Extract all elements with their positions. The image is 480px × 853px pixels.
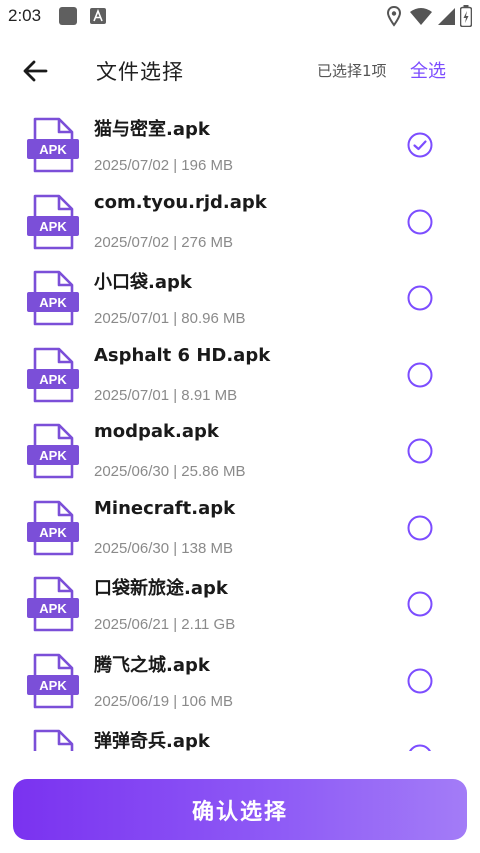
file-meta: 2025/07/01 | 80.96 MB (94, 310, 246, 327)
apk-label: APK (39, 372, 67, 387)
apk-label: APK (39, 295, 67, 310)
file-row[interactable]: APK Asphalt 6 HD.apk 2025/07/01 | 8.91 M… (0, 337, 480, 414)
file-meta: 2025/06/30 | 138 MB (94, 539, 233, 557)
file-name: 口袋新旅途.apk (94, 578, 228, 599)
file-row[interactable]: APK 腾飞之城.apk 2025/06/19 | 106 MB (0, 643, 480, 720)
file-meta: 2025/07/02 | 276 MB (94, 233, 233, 251)
unselected-circle-icon[interactable] (407, 362, 433, 388)
signal-icon (438, 8, 455, 25)
apk-file-icon: APK (27, 194, 79, 249)
unselected-circle-icon[interactable] (407, 668, 433, 694)
file-name: Minecraft.apk (94, 497, 236, 519)
back-button[interactable] (20, 56, 54, 86)
file-row[interactable]: APK 弹弹奇兵.apk (0, 719, 480, 751)
apk-file-icon: APK (27, 653, 79, 708)
file-meta: 2025/07/01 | 8.91 MB (94, 386, 238, 404)
file-meta: 2025/07/02 | 196 MB (94, 157, 233, 174)
file-name: 弹弹奇兵.apk (94, 731, 210, 751)
apk-label: APK (39, 142, 67, 157)
file-name: 腾飞之城.apk (94, 654, 210, 676)
apk-file-icon: APK (27, 270, 79, 326)
file-row[interactable]: APK 小口袋.apk 2025/07/01 | 80.96 MB (0, 260, 480, 337)
apk-file-icon: APK (27, 500, 79, 555)
file-name: 猫与密室.apk (94, 119, 210, 140)
unselected-circle-icon[interactable] (407, 285, 433, 311)
wifi-icon (410, 8, 432, 25)
confirm-button[interactable]: 确认选择 (13, 779, 467, 840)
square-notification-icon (59, 7, 77, 25)
selected-check-icon[interactable] (407, 132, 433, 158)
a-notification-icon (90, 8, 106, 24)
file-list: APK 猫与密室.apk 2025/07/02 | 196 MB APK com… (0, 107, 480, 751)
file-name: 小口袋.apk (94, 272, 192, 293)
apk-file-icon: APK (27, 423, 79, 479)
file-meta: 2025/06/30 | 25.86 MB (94, 463, 246, 480)
app-header: 文件选择 已选择1项 全选 (0, 44, 480, 96)
page-title: 文件选择 (96, 60, 184, 84)
file-row[interactable]: APK modpak.apk 2025/06/30 | 25.86 MB (0, 413, 480, 490)
apk-file-icon: APK (27, 117, 79, 173)
file-row[interactable]: APK 猫与密室.apk 2025/07/02 | 196 MB (0, 107, 480, 184)
select-all-button[interactable]: 全选 (410, 57, 446, 83)
unselected-circle-icon[interactable] (407, 591, 433, 617)
unselected-circle-icon[interactable] (407, 515, 433, 541)
selected-count: 已选择1项 (317, 62, 387, 80)
apk-file-icon: APK (27, 576, 79, 632)
status-time: 2:03 (8, 6, 42, 25)
apk-label: APK (39, 678, 67, 693)
battery-charging-icon (460, 5, 472, 27)
file-meta: 2025/06/19 | 106 MB (94, 692, 233, 710)
apk-file-icon: APK (33, 729, 74, 751)
file-row[interactable]: APK Minecraft.apk 2025/06/30 | 138 MB (0, 490, 480, 567)
file-name: modpak.apk (94, 421, 219, 442)
file-name: com.tyou.rjd.apk (94, 191, 267, 213)
apk-label: APK (39, 601, 67, 616)
file-meta: 2025/06/21 | 2.11 GB (94, 616, 236, 633)
unselected-circle-icon[interactable] (407, 744, 433, 751)
arrow-left-icon (23, 60, 48, 82)
unselected-circle-icon[interactable] (407, 209, 433, 235)
apk-file-icon: APK (27, 347, 79, 402)
file-row[interactable]: APK com.tyou.rjd.apk 2025/07/02 | 276 MB (0, 184, 480, 261)
apk-label: APK (39, 448, 67, 463)
file-row[interactable]: APK 口袋新旅途.apk 2025/06/21 | 2.11 GB (0, 566, 480, 643)
apk-label: APK (39, 525, 67, 540)
unselected-circle-icon[interactable] (407, 438, 433, 464)
file-name: Asphalt 6 HD.apk (94, 344, 271, 366)
status-bar: 2:03 (0, 0, 480, 34)
location-icon (386, 6, 402, 27)
apk-label: APK (39, 219, 67, 234)
